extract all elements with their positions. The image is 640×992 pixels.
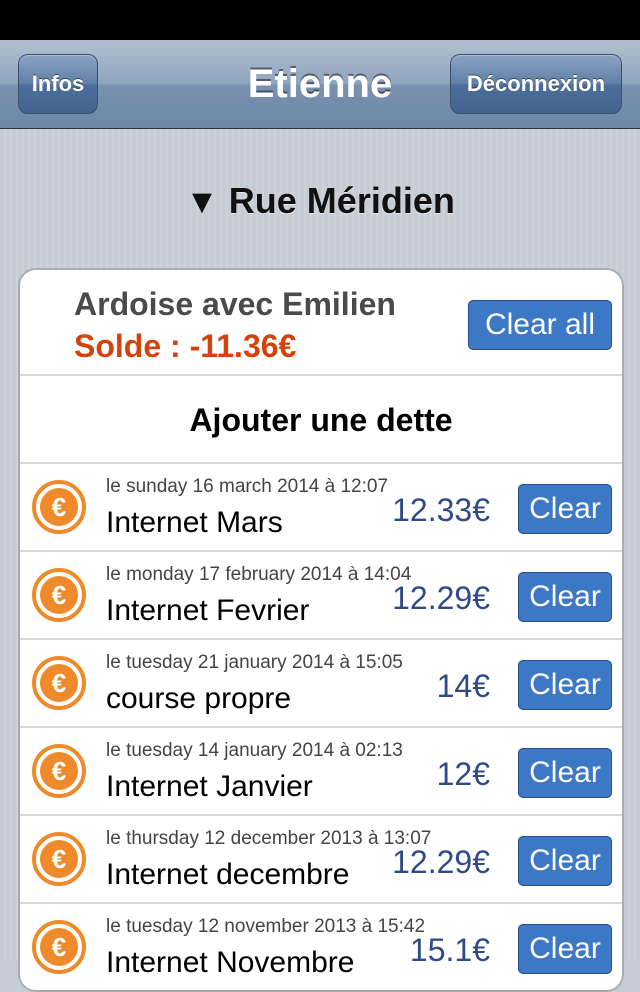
euro-symbol: € [40, 752, 78, 790]
debt-date: le tuesday 14 january 2014 à 02:13 [106, 740, 403, 761]
section-header[interactable]: ▼ Rue Méridien [0, 180, 640, 222]
clear-button[interactable]: Clear [518, 572, 612, 622]
debt-label: Internet Fevrier [106, 594, 310, 627]
clear-all-button[interactable]: Clear all [468, 300, 612, 350]
euro-symbol: € [40, 840, 78, 878]
euro-symbol: € [40, 664, 78, 702]
debt-label: Internet decembre [106, 858, 350, 891]
debt-amount: 12.33€ [392, 492, 490, 528]
clear-button[interactable]: Clear [518, 836, 612, 886]
section-title: Rue Méridien [228, 180, 455, 221]
euro-icon: € [32, 480, 86, 534]
debt-date: le thursday 12 december 2013 à 13:07 [106, 828, 432, 849]
add-debt-label: Ajouter une dette [189, 402, 453, 438]
add-debt-row[interactable]: Ajouter une dette [20, 376, 622, 464]
debt-label: Internet Mars [106, 506, 283, 539]
euro-icon: € [32, 656, 86, 710]
debt-date: le sunday 16 march 2014 à 12:07 [106, 476, 389, 497]
euro-icon: € [32, 920, 86, 974]
balance-label: Solde : -11.36€ [74, 328, 297, 364]
debt-date: le tuesday 12 november 2013 à 15:42 [106, 916, 426, 937]
debt-list-group: Ardoise avec Emilien Solde : -11.36€ Cle… [18, 268, 624, 992]
status-bar [0, 0, 640, 40]
account-title: Ardoise avec Emilien [74, 286, 396, 322]
debt-row[interactable]: € le tuesday 14 january 2014 à 02:13 Inter… [20, 728, 622, 816]
clear-button[interactable]: Clear [518, 660, 612, 710]
debt-amount: 12.29€ [392, 844, 490, 880]
disclosure-triangle-icon: ▼ [185, 183, 219, 221]
debt-amount: 15.1€ [409, 932, 490, 968]
euro-icon: € [32, 832, 86, 886]
debt-label: Internet Novembre [106, 946, 355, 979]
euro-icon: € [32, 568, 86, 622]
navigation-bar: Infos Etienne Déconnexion [0, 40, 640, 129]
clear-button[interactable]: Clear [518, 924, 612, 974]
debt-label: course propre [106, 682, 292, 715]
clear-button[interactable]: Clear [518, 484, 612, 534]
euro-symbol: € [40, 928, 78, 966]
clear-button[interactable]: Clear [518, 748, 612, 798]
debt-row[interactable]: € le sunday 16 march 2014 à 12:07 Internet… [20, 464, 622, 552]
debt-date: le monday 17 february 2014 à 14:04 [106, 564, 412, 585]
debt-row[interactable]: € le thursday 12 december 2013 à 13:07 Int… [20, 816, 622, 904]
debt-row[interactable]: € le monday 17 february 2014 à 14:04 Inter… [20, 552, 622, 640]
euro-icon: € [32, 744, 86, 798]
account-summary-row: Ardoise avec Emilien Solde : -11.36€ Cle… [20, 270, 622, 376]
debt-amount: 12€ [436, 756, 490, 792]
debt-date: le tuesday 21 january 2014 à 15:05 [106, 652, 403, 673]
logout-button[interactable]: Déconnexion [450, 54, 622, 114]
debt-amount: 12.29€ [392, 580, 490, 616]
debt-row[interactable]: € le tuesday 12 november 2013 à 15:42 Inte… [20, 904, 622, 990]
debt-amount: 14€ [436, 668, 490, 704]
euro-symbol: € [40, 576, 78, 614]
debt-row[interactable]: € le tuesday 21 january 2014 à 15:05 cours… [20, 640, 622, 728]
debt-label: Internet Janvier [106, 770, 313, 803]
euro-symbol: € [40, 488, 78, 526]
